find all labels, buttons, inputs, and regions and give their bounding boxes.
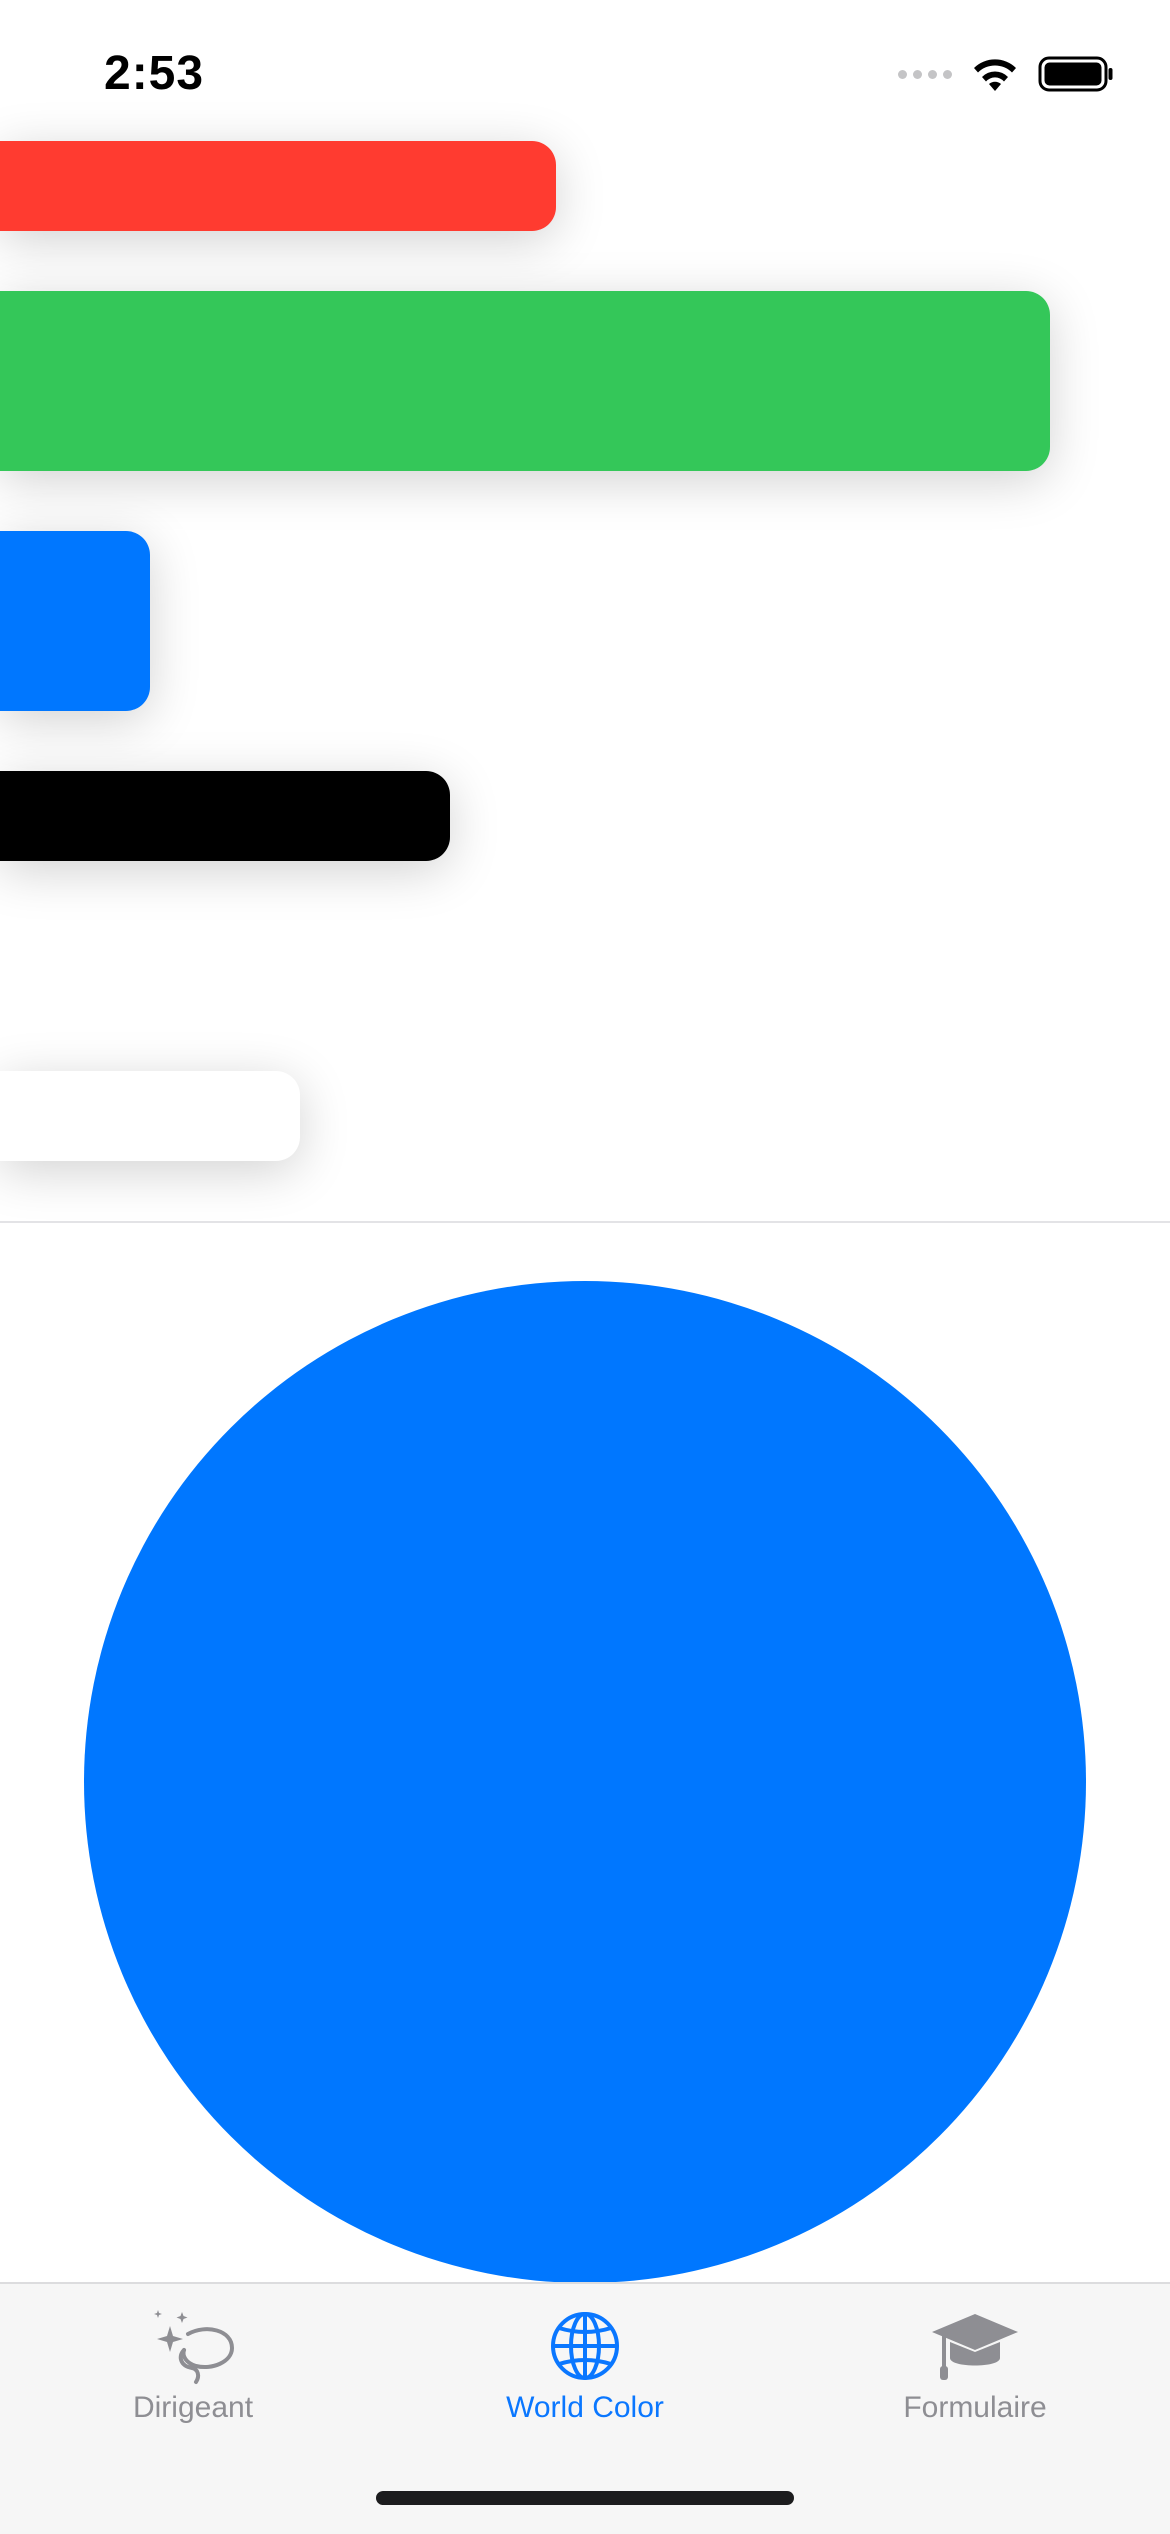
sparkles-lasso-icon	[148, 2306, 238, 2386]
white-bar	[0, 1071, 300, 1161]
black-bar	[0, 771, 450, 861]
blue-bar	[0, 531, 150, 711]
tab-formulaire[interactable]: Formulaire	[825, 2306, 1125, 2436]
status-time: 2:53	[104, 47, 205, 100]
tab-label-dirigeant: Dirigeant	[132, 2391, 254, 2424]
signal-icon	[898, 69, 952, 79]
wifi-icon	[974, 59, 1016, 91]
tab-world-color[interactable]: World Color	[435, 2306, 735, 2436]
tab-dirigeant[interactable]: Dirigeant	[43, 2306, 343, 2436]
tab-label-formulaire: Formulaire	[903, 2391, 1047, 2424]
home-indicator[interactable]	[376, 2491, 794, 2505]
globe-icon	[540, 2306, 630, 2386]
red-bar	[0, 141, 556, 231]
status-icons	[898, 52, 1114, 96]
battery-icon	[1038, 56, 1113, 92]
tab-label-world-color: World Color	[506, 2391, 664, 2424]
green-bar	[0, 291, 1050, 471]
graduation-cap-icon	[930, 2306, 1020, 2386]
blue-circle	[84, 1281, 1086, 2283]
section-divider	[0, 1221, 1170, 1223]
status-bar: 2:53	[0, 0, 1170, 140]
